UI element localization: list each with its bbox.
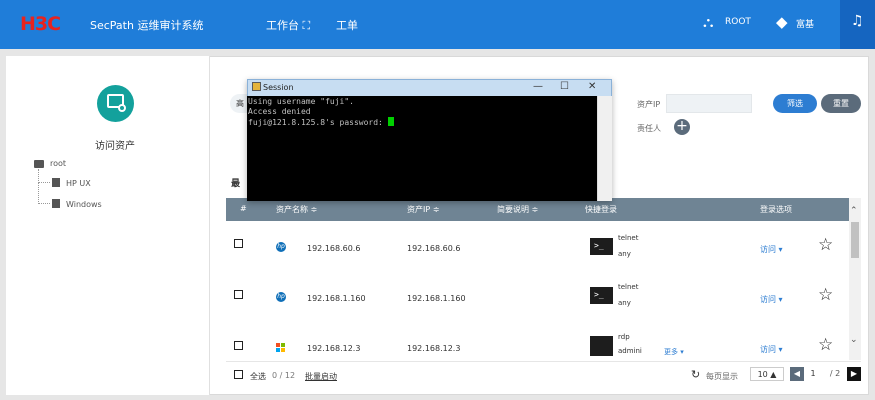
text-cursor [387,117,394,126]
asset-ip-input[interactable] [666,94,752,113]
login-protocol: telnet [618,283,639,291]
add-responsible-icon[interactable]: + [674,119,690,135]
row-checkbox[interactable] [234,341,243,350]
asset-ip: 192.168.1.160 [407,294,466,303]
total-pages: / 2 [829,369,841,378]
putty-icon [252,82,261,91]
row-checkbox[interactable] [234,239,243,248]
col-description[interactable]: 简要说明 ≑ [497,204,538,215]
terminal-console[interactable]: Using username "fuji". Access denied fuj… [247,96,612,201]
bell-icon[interactable]: ♫ [851,13,864,29]
access-asset-icon[interactable] [97,85,134,122]
tree-connector [38,183,50,204]
col-quick-login: 快捷登录 [585,205,617,214]
login-account: any [618,250,631,258]
scroll-down-icon[interactable]: ⌄ [850,335,858,345]
terminal-line: fuji@121.8.125.8's password: [248,118,388,127]
access-asset-label: 访问资产 [95,141,135,152]
responsible-label: 责任人 [637,124,661,133]
favorite-star-icon[interactable]: ☆ [818,335,833,355]
hp-icon: hp [276,292,286,302]
scroll-up-icon[interactable]: ⌃ [850,206,858,216]
terminal-line: Using username "fuji". [248,97,354,106]
favorite-star-icon[interactable]: ☆ [818,285,833,305]
user-name[interactable]: 富基 [796,17,814,30]
more-dropdown[interactable]: 更多 ▾ [664,347,684,357]
hp-icon: hp [276,242,286,252]
current-page[interactable]: 1 [806,367,820,381]
diamond-icon: ◆ [776,13,788,31]
remote-desktop-icon[interactable] [590,336,613,356]
terminal-scrollbar[interactable] [597,96,612,201]
nav-workbench[interactable]: 工作台 ⛶ [266,17,310,33]
terminal-icon[interactable]: >_ [590,238,613,255]
windows-icon [276,343,286,353]
minimize-icon[interactable]: — [533,81,543,92]
visit-dropdown[interactable]: 访问 ▾ [760,344,783,355]
asset-name[interactable]: 192.168.60.6 [307,244,360,253]
login-protocol: telnet [618,234,639,242]
asset-ip: 192.168.12.3 [407,344,461,353]
tree-connector [38,169,50,183]
reset-button[interactable]: 重置 [821,94,861,113]
per-page-label: 每页显示 [706,372,738,381]
logo: H3C [20,13,61,35]
select-all-label: 全选 [250,372,266,381]
col-index: # [240,204,247,213]
asset-name[interactable]: 192.168.1.160 [307,294,366,303]
terminal-line: Access denied [248,107,311,116]
asset-ip-label: 资产IP [637,100,661,109]
tree-root[interactable]: root [50,159,66,168]
footer-divider [226,361,861,362]
nav-work-order[interactable]: 工单 [336,17,358,33]
tree-item-windows[interactable]: Windows [66,200,102,209]
col-login-options: 登录选项 [760,205,792,214]
col-asset-name[interactable]: 资产名称 ≑ [276,204,317,215]
refresh-icon[interactable]: ↻ [691,368,700,381]
tree-item-hp-ux[interactable]: HP UX [66,179,91,188]
visit-dropdown[interactable]: 访问 ▾ [760,294,783,305]
login-account: admini [618,347,642,355]
app-title: SecPath 运维审计系统 [90,19,204,32]
org-tree-icon: ⛬ [703,13,714,31]
batch-start-link[interactable]: 批量启动 [305,371,337,382]
maximize-icon[interactable]: ☐ [560,81,569,92]
file-icon [52,199,60,208]
col-asset-ip[interactable]: 资产IP ≑ [407,204,439,215]
next-page-icon[interactable]: ▶ [847,367,861,381]
per-page-select[interactable]: 10 ▲ [750,367,784,381]
asset-name[interactable]: 192.168.12.3 [307,344,360,353]
user-root[interactable]: ROOT [725,17,751,27]
prev-page-icon[interactable]: ◀ [790,367,804,381]
select-all-checkbox[interactable] [234,370,243,379]
selected-count: 0 / 12 [272,371,296,380]
visit-dropdown[interactable]: 访问 ▾ [760,244,783,255]
favorite-star-icon[interactable]: ☆ [818,235,833,255]
row-checkbox[interactable] [234,290,243,299]
close-icon[interactable]: ✕ [588,81,596,92]
filter-button[interactable]: 筛选 [773,94,817,113]
login-account: any [618,299,631,307]
recent-tab[interactable]: 最 [231,176,240,189]
login-protocol: rdp [618,333,630,341]
asset-ip: 192.168.60.6 [407,244,461,253]
terminal-icon[interactable]: >_ [590,287,613,304]
session-title: Session [263,83,294,92]
link-icon [118,104,126,112]
file-icon [52,178,60,187]
folder-icon [34,160,44,168]
scroll-thumb[interactable] [851,222,859,258]
